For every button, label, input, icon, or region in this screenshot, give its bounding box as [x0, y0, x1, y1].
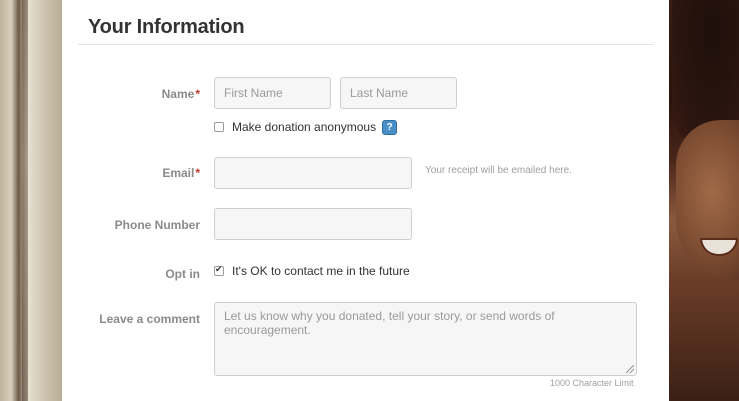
- name-label-text: Name: [161, 87, 195, 101]
- information-form-panel: Your Information Name* Make donation ano…: [62, 0, 669, 401]
- opt-in-checkbox[interactable]: [214, 264, 224, 276]
- email-label: Email*: [162, 166, 200, 180]
- phone-field[interactable]: [214, 208, 412, 240]
- comment-textarea[interactable]: [214, 302, 637, 376]
- opt-in-checkbox-label[interactable]: It's OK to contact me in the future: [232, 264, 410, 278]
- first-name-input[interactable]: [214, 77, 331, 109]
- name-label: Name*: [162, 87, 200, 101]
- section-title: Your Information: [88, 16, 245, 38]
- comment-label: Leave a comment: [99, 312, 200, 326]
- last-name-input[interactable]: [340, 77, 457, 109]
- email-required-marker: *: [195, 166, 200, 180]
- section-divider: [78, 44, 654, 45]
- help-icon[interactable]: ?: [382, 120, 397, 135]
- email-label-text: Email: [162, 166, 195, 180]
- name-required-marker: *: [195, 87, 200, 101]
- background-photo-left: [0, 0, 62, 401]
- character-limit-text: 1000 Character Limit: [550, 378, 634, 388]
- background-photo-left-detail: [22, 0, 28, 401]
- anonymous-checkbox-label[interactable]: Make donation anonymous: [232, 120, 376, 134]
- textarea-resize-handle[interactable]: [626, 365, 634, 373]
- phone-label: Phone Number: [114, 218, 200, 232]
- anonymous-checkbox[interactable]: [214, 122, 224, 132]
- opt-in-label: Opt in: [165, 267, 200, 281]
- email-field[interactable]: [214, 157, 412, 189]
- email-hint: Your receipt will be emailed here.: [425, 165, 572, 176]
